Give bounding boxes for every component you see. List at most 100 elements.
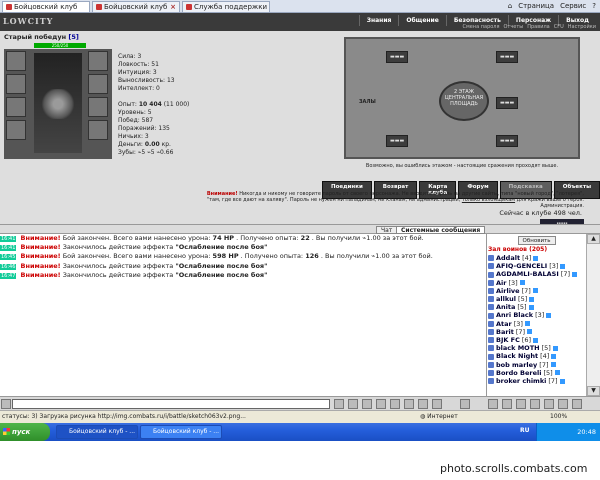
player-list-name[interactable]: broker chimki [496, 377, 546, 385]
info-icon[interactable] [532, 288, 538, 294]
chat-input[interactable] [12, 399, 330, 409]
info-icon[interactable] [533, 337, 539, 343]
player-list-name[interactable]: Anri Black [496, 311, 533, 319]
info-icon[interactable] [527, 329, 533, 335]
info-icon[interactable] [533, 255, 539, 261]
map-halls-label[interactable]: ЗАЛЫ [356, 97, 379, 107]
player-list-item[interactable]: Barit [7] [487, 328, 586, 336]
filter-icon[interactable] [376, 399, 386, 409]
history-icon[interactable] [432, 399, 442, 409]
map-location[interactable]: ▬▬▬ [496, 97, 519, 109]
refresh-button[interactable]: Обновить [517, 236, 556, 245]
taskbar-item[interactable]: Бойцовский клуб - ... [140, 425, 222, 439]
info-icon[interactable] [524, 321, 530, 327]
player-list-name[interactable]: Bordo Bereli [496, 369, 541, 377]
browser-tab[interactable]: Бойцовский клуб × [92, 0, 180, 12]
message-time[interactable]: 16:46 [0, 263, 17, 270]
chat-icon[interactable] [1, 399, 11, 409]
language-indicator[interactable]: RU [520, 427, 530, 434]
close-icon[interactable]: × [170, 3, 176, 11]
player-list-item[interactable]: Airlive [7] [487, 287, 586, 295]
info-icon[interactable] [552, 345, 558, 351]
info-icon[interactable] [560, 263, 566, 269]
subnav-change-password[interactable]: Смена пароля [462, 24, 499, 30]
player-list-name[interactable]: Airlive [496, 287, 520, 295]
player-list-item[interactable]: Bordo Bereli [5] [487, 369, 586, 377]
taskbar-item[interactable]: Бойцовский клуб - ... [56, 425, 138, 439]
settings-icon[interactable] [404, 399, 414, 409]
player-list-item[interactable]: broker chimki [7] [487, 377, 586, 385]
warning-link[interactable]: только взломщикам [462, 197, 515, 203]
translit-icon[interactable] [390, 399, 400, 409]
player-list-name[interactable]: Air [496, 279, 506, 287]
boots-slot[interactable] [88, 120, 108, 140]
player-list-item[interactable]: black MOTH [5] [487, 344, 586, 352]
power-icon[interactable] [572, 399, 582, 409]
scroll-down-icon[interactable]: ▼ [587, 386, 600, 396]
subnav-reports[interactable]: Отчеты [504, 24, 524, 30]
home-icon[interactable]: ⌂ [508, 2, 512, 10]
player-list-item[interactable]: Anita [5] [487, 303, 586, 311]
info-icon[interactable] [519, 280, 525, 286]
browser-tab[interactable]: Бойцовский клуб [2, 0, 90, 12]
info-icon[interactable] [546, 313, 552, 319]
tab-chat[interactable]: Чат [376, 226, 398, 234]
send-icon[interactable] [334, 399, 344, 409]
message-time[interactable]: 16:47 [0, 272, 17, 279]
message-time[interactable]: 16:45 [0, 254, 17, 261]
player-list-item[interactable]: Atar [3] [487, 320, 586, 328]
player-list-item[interactable]: Air [3] [487, 279, 586, 287]
armor-slot[interactable] [6, 120, 26, 140]
ring-slot[interactable] [88, 51, 108, 71]
nav-knowledge[interactable]: Знания [358, 15, 399, 26]
private-icon[interactable] [460, 399, 470, 409]
smile-icon[interactable] [348, 399, 358, 409]
zoom-level[interactable]: 100% [550, 411, 567, 423]
player-list-scrollbar[interactable]: ▲ ▼ [586, 234, 600, 396]
info-icon[interactable] [528, 304, 534, 310]
central-square[interactable]: 2 ЭТАЖ ЦЕНТРАЛЬНАЯ ПЛОЩАДЬ [439, 81, 489, 121]
player-name[interactable]: Старый победун [4, 33, 66, 41]
player-list-name[interactable]: AFIQ-GENCELI [496, 262, 547, 270]
amulet-slot[interactable] [6, 74, 26, 94]
player-list-name[interactable]: AGDAMLI-BALASI [496, 270, 559, 278]
player-list-item[interactable]: Addalt [4] [487, 254, 586, 262]
mail-icon[interactable] [502, 399, 512, 409]
player-list-name[interactable]: Barit [496, 328, 514, 336]
info-icon[interactable] [572, 272, 577, 277]
map-location[interactable]: ▬▬▬ [386, 135, 409, 147]
map-icon[interactable] [544, 399, 554, 409]
map-location[interactable]: ▬▬▬ [386, 51, 409, 63]
player-list-name[interactable]: Black Night [496, 352, 538, 360]
tools-menu[interactable]: Сервис [560, 2, 586, 10]
start-button[interactable]: пуск [0, 423, 50, 441]
map-location[interactable]: ▬▬▬ [496, 135, 519, 147]
player-list-item[interactable]: bob marley [7] [487, 361, 586, 369]
player-list-item[interactable]: allkul [5] [487, 295, 586, 303]
message-time[interactable]: 16:41 [0, 236, 17, 242]
info-icon[interactable] [551, 354, 557, 360]
help-icon[interactable]: ? [592, 2, 596, 10]
info-icon[interactable] [529, 296, 535, 302]
gloves-slot[interactable] [88, 74, 108, 94]
sound-icon[interactable] [418, 399, 428, 409]
player-list-item[interactable]: AFIQ-GENCELI [3] [487, 262, 586, 270]
helmet-slot[interactable] [6, 51, 26, 71]
player-list-name[interactable]: allkul [496, 295, 516, 303]
player-list-item[interactable]: BJK FC [6] [487, 336, 586, 344]
subnav-cfu[interactable]: CFU [554, 24, 564, 30]
message-time[interactable]: 16:41 [0, 245, 17, 252]
subnav-settings[interactable]: Настройки [568, 24, 596, 30]
tab-system-messages[interactable]: Системные сообщения [396, 226, 486, 234]
info-icon[interactable] [559, 378, 565, 384]
player-list-name[interactable]: Atar [496, 320, 512, 328]
clear-icon[interactable] [362, 399, 372, 409]
shield-slot[interactable] [88, 97, 108, 117]
player-list-item[interactable]: Black Night [4] [487, 352, 586, 360]
map-location[interactable]: ▬▬▬ [496, 51, 519, 63]
page-menu[interactable]: Страница [518, 2, 554, 10]
player-list-item[interactable]: AGDAMLI-BALASI [7] [487, 270, 586, 278]
browser-tab[interactable]: Служба поддержки Бойцов... [182, 0, 270, 12]
clock-icon[interactable] [558, 399, 568, 409]
info-icon[interactable] [516, 399, 526, 409]
